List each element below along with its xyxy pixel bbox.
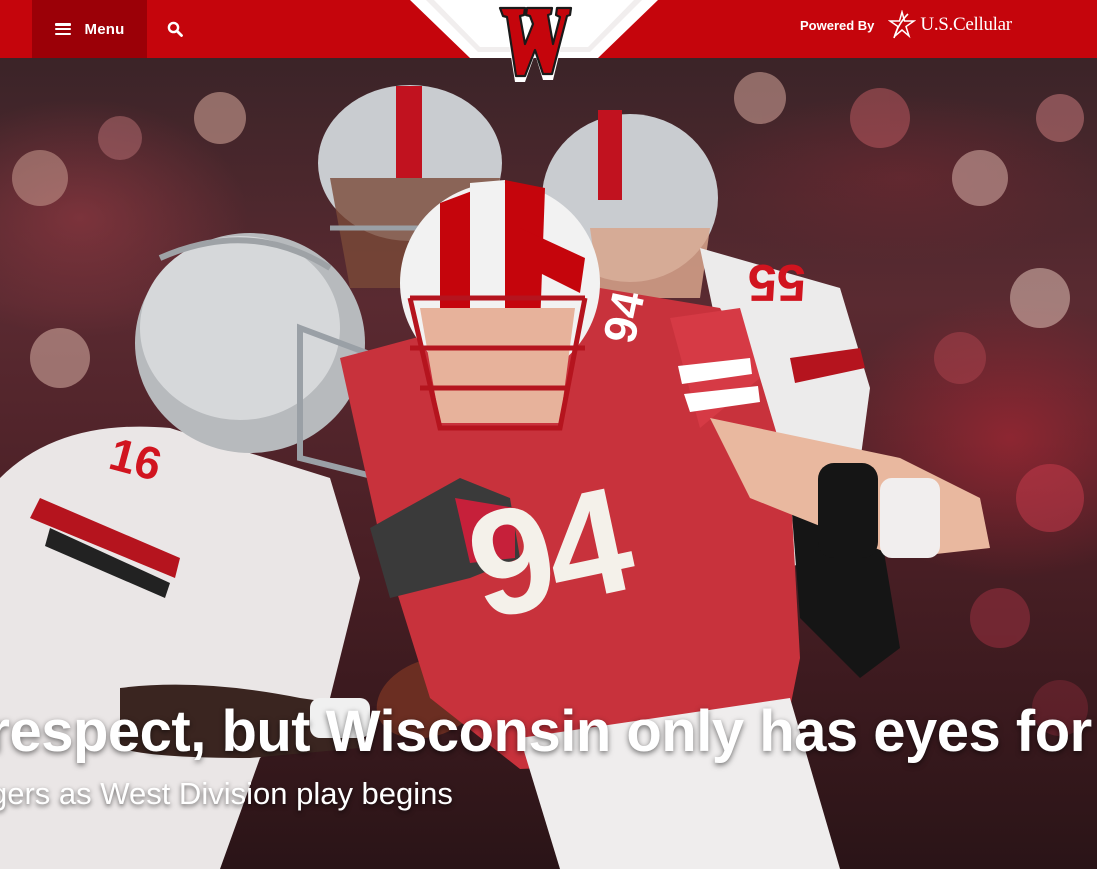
- hamburger-icon: [54, 23, 71, 35]
- sponsor-block[interactable]: Powered By U.S.Cellular: [800, 0, 1012, 50]
- motion-w-logo-icon[interactable]: [492, 2, 576, 86]
- hero-headline[interactable]: y respect, but Wisconsin only has eyes f…: [0, 698, 1092, 765]
- page: Menu Powered By U.S.Cellular 94 94 16 55…: [0, 0, 1097, 869]
- sponsor-name: U.S.Cellular: [920, 14, 1012, 35]
- hero-banner[interactable]: 94 94 16 55 y respect, but Wisconsin onl…: [0, 58, 1097, 869]
- opponent-number-right: 55: [748, 253, 806, 311]
- uscellular-star-icon: [888, 10, 917, 39]
- sponsor-logo: U.S.Cellular: [888, 10, 1012, 40]
- search-button[interactable]: [160, 14, 190, 44]
- menu-button[interactable]: Menu: [32, 0, 147, 58]
- menu-label: Menu: [84, 20, 125, 38]
- jersey-number-shoulder: 94: [592, 286, 655, 348]
- search-icon: [167, 21, 183, 37]
- hero-subheadline[interactable]: gers as West Division play begins: [0, 776, 453, 812]
- jersey-number-main: 94: [454, 454, 641, 652]
- powered-by-label: Powered By: [800, 17, 875, 33]
